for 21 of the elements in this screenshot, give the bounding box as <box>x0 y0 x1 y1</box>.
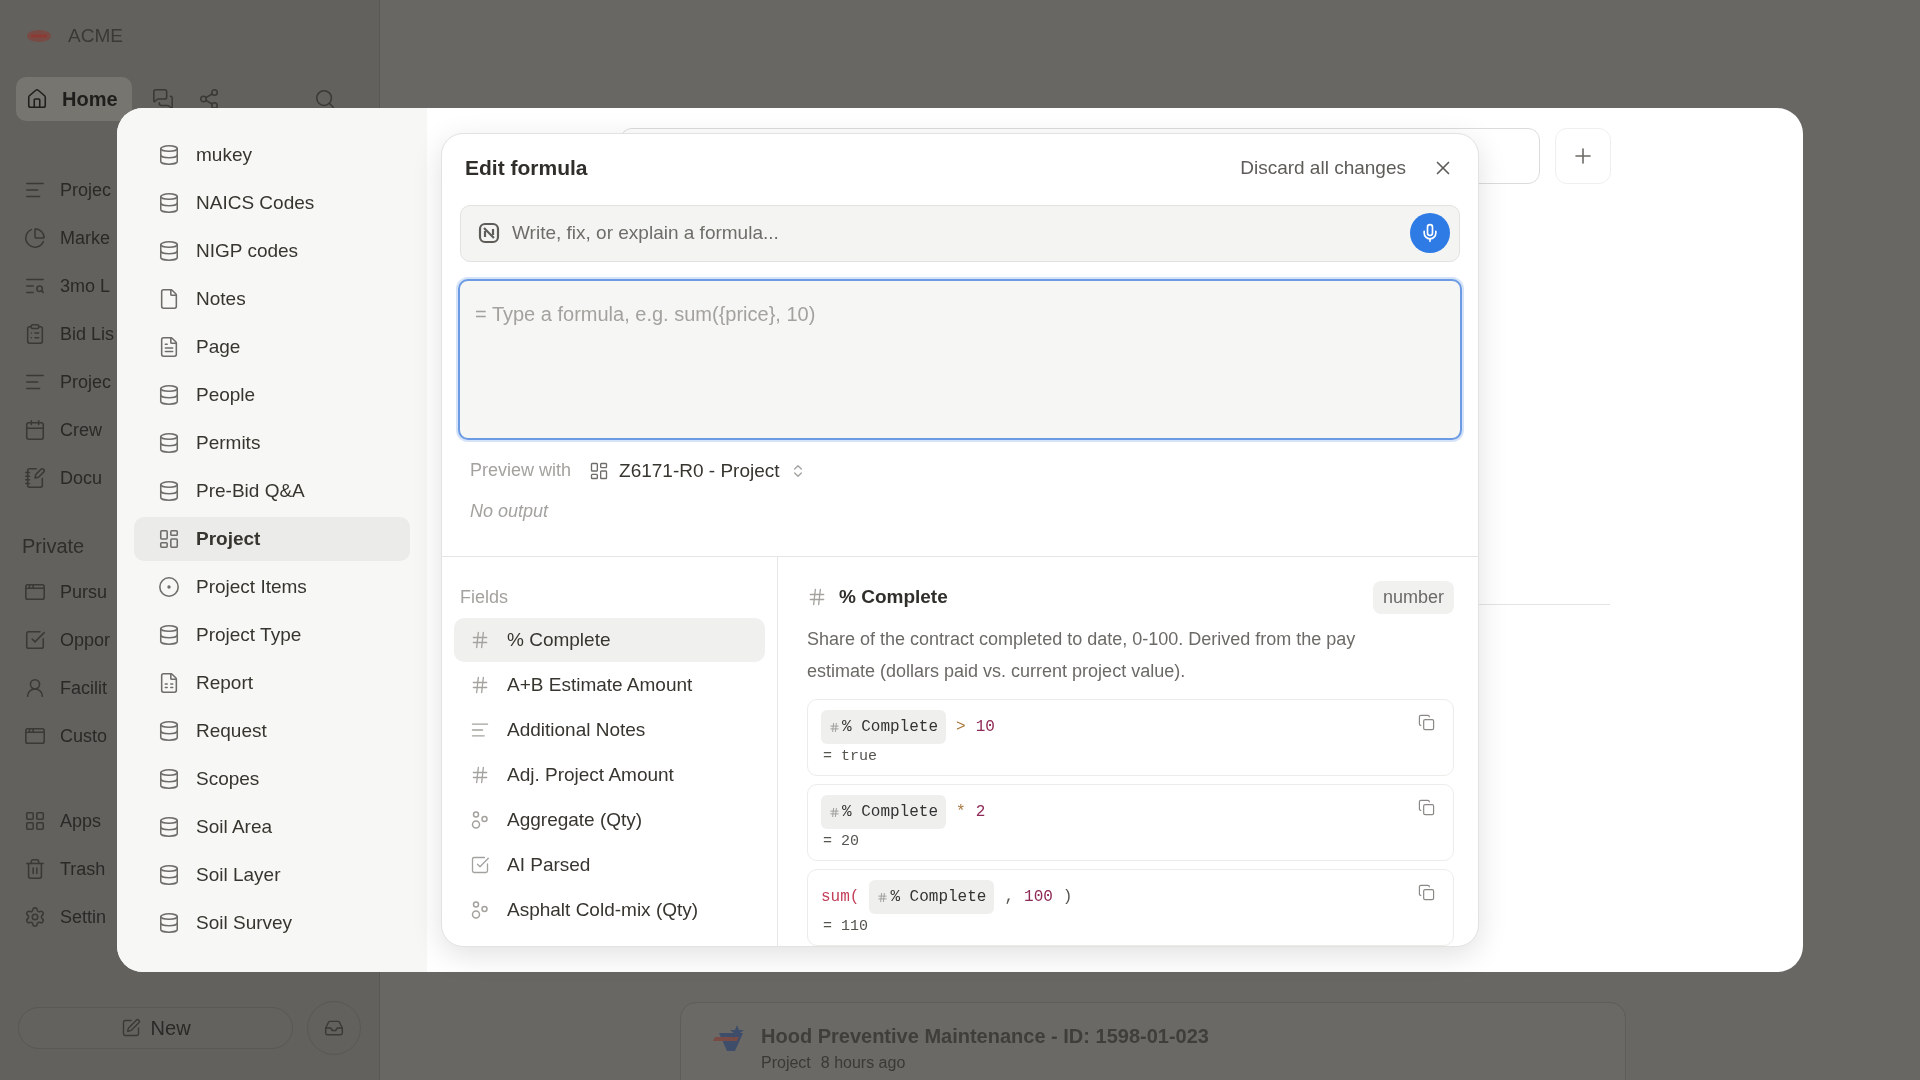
code-token: * <box>956 803 966 821</box>
code-token: 100 <box>1024 888 1053 906</box>
code-token: , <box>1004 888 1015 906</box>
field-token: % Complete <box>821 710 946 744</box>
field-token: % Complete <box>821 795 946 829</box>
code-token: ) <box>1062 888 1073 906</box>
popover-title: Edit formula <box>465 155 589 180</box>
code-token: 10 <box>975 718 995 736</box>
field-name: % Complete <box>839 586 949 608</box>
type-badge: number <box>1372 580 1454 614</box>
field-description: Share of the contract completed to date, 0-100. Derived from the pay estimate (dollars paid vs. current project value). <box>807 628 1357 683</box>
example-result: = 110 <box>822 918 869 935</box>
fields-heading: Fields <box>459 585 509 609</box>
code-token: 2 <box>975 803 986 821</box>
code-token: > <box>956 718 966 736</box>
example-result: = 20 <box>822 833 860 850</box>
code-token: sum( <box>821 888 860 906</box>
field-token: % Complete <box>869 880 995 914</box>
example-result: = true <box>822 748 878 765</box>
output-text: No output <box>469 500 550 524</box>
preview-label: Preview with <box>470 460 572 482</box>
